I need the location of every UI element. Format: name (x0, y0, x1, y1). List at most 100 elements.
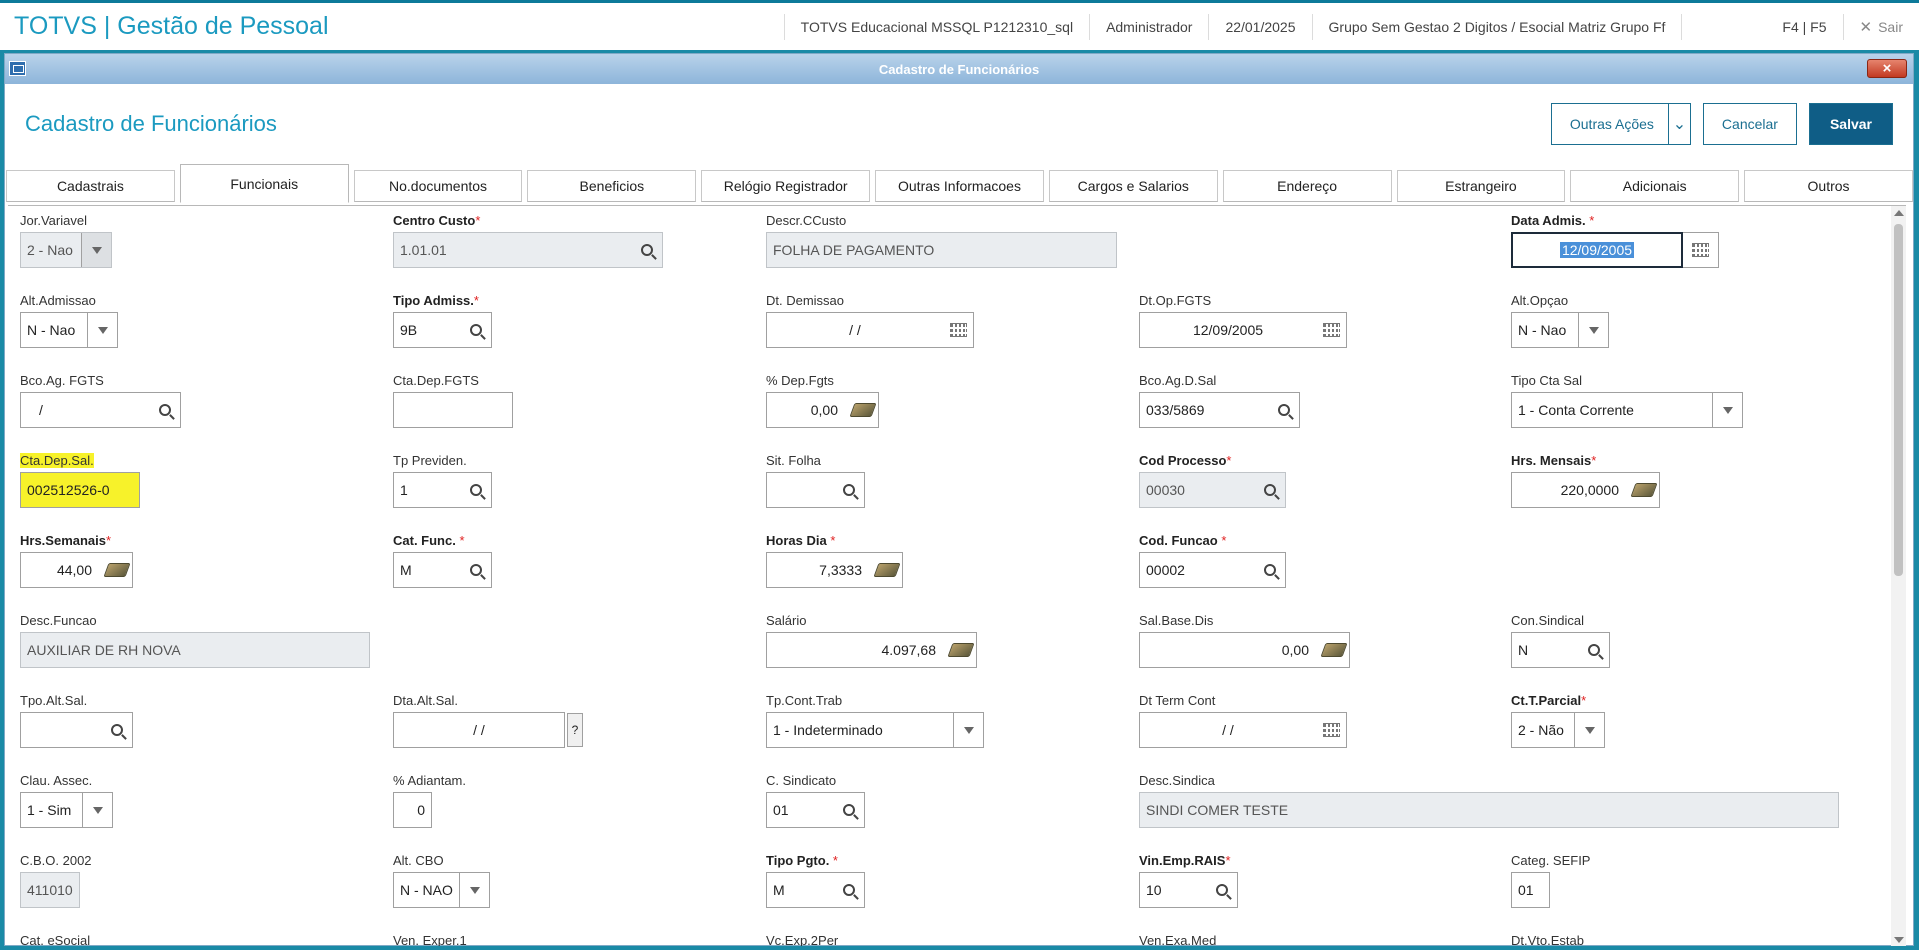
calendar-icon[interactable] (1316, 313, 1346, 347)
search-icon[interactable] (150, 393, 180, 427)
search-icon[interactable] (1255, 553, 1285, 587)
search-icon[interactable] (1269, 393, 1299, 427)
chevron-down-icon (1712, 393, 1742, 427)
search-icon[interactable] (461, 313, 491, 347)
c-sindicato-input[interactable]: 01 (766, 792, 865, 828)
field-tpo-alt-sal: Tpo.Alt.Sal. (20, 693, 133, 748)
other-actions-button[interactable]: Outras Ações ⌄ (1550, 103, 1691, 145)
exit-label: Sair (1878, 18, 1903, 35)
pct-dep-fgts-input[interactable]: 0,00 (766, 392, 879, 428)
environment-label[interactable]: TOTVS Educacional MSSQL P1212310_sql (783, 13, 1089, 40)
tab-beneficios[interactable]: Beneficios (527, 170, 697, 202)
field-dt-op-fgts: Dt.Op.FGTS 12/09/2005 (1139, 293, 1347, 348)
calculator-icon[interactable] (1629, 473, 1659, 507)
shortcuts-label[interactable]: F4 | F5 (1681, 13, 1842, 40)
save-button[interactable]: Salvar (1808, 103, 1893, 145)
search-icon[interactable] (102, 713, 132, 747)
search-icon[interactable] (834, 473, 864, 507)
vin-emp-rais-input[interactable]: 10 (1139, 872, 1238, 908)
dt-term-cont-input[interactable]: / / (1139, 712, 1347, 748)
desc-sindica-input[interactable]: SINDI COMER TESTE (1139, 792, 1839, 828)
search-icon[interactable] (1579, 633, 1609, 667)
desc-funcao-input[interactable]: AUXILIAR DE RH NOVA (20, 632, 370, 668)
tipo-cta-sal-select[interactable]: 1 - Conta Corrente (1511, 392, 1743, 428)
tab-no-documentos[interactable]: No.documentos (353, 170, 523, 202)
clau-assec-select[interactable]: 1 - Sim (20, 792, 113, 828)
tpo-alt-sal-input[interactable] (20, 712, 133, 748)
con-sindical-input[interactable]: N (1511, 632, 1610, 668)
cancel-button[interactable]: Cancelar (1702, 103, 1797, 145)
help-button[interactable]: ? (567, 713, 583, 747)
calculator-icon[interactable] (102, 553, 132, 587)
salario-input[interactable]: 4.097,68 (766, 632, 977, 668)
hrs-semanais-input[interactable]: 44,00 (20, 552, 133, 588)
hrs-mensais-input[interactable]: 220,0000 (1511, 472, 1660, 508)
field-cbo-2002: C.B.O. 2002 411010 (20, 853, 92, 908)
tp-previden-input[interactable]: 1 (393, 472, 492, 508)
bco-ag-d-sal-input[interactable]: 033/5869 (1139, 392, 1300, 428)
calendar-icon[interactable] (1683, 232, 1719, 268)
dt-demissao-input[interactable]: / / (766, 312, 974, 348)
field-dt-demissao: Dt. Demissao / / (766, 293, 974, 348)
calendar-icon[interactable] (943, 313, 973, 347)
date-label[interactable]: 22/01/2025 (1208, 13, 1311, 40)
field-pct-adiantam: % Adiantam. 0 (393, 773, 466, 828)
centro-custo-input[interactable]: 1.01.01 (393, 232, 663, 268)
cod-funcao-input[interactable]: 00002 (1139, 552, 1286, 588)
pct-adiantam-input[interactable]: 0 (393, 792, 432, 828)
field-alt-cbo: Alt. CBO N - NAO (393, 853, 490, 908)
cbo-2002-input[interactable]: 411010 (20, 872, 80, 908)
search-icon[interactable] (834, 873, 864, 907)
company-label[interactable]: Grupo Sem Gestao 2 Digitos / Esocial Mat… (1311, 13, 1682, 40)
descr-ccusto-input[interactable]: FOLHA DE PAGAMENTO (766, 232, 1117, 268)
calculator-icon[interactable] (872, 553, 902, 587)
search-icon[interactable] (1255, 473, 1285, 507)
horas-dia-input[interactable]: 7,3333 (766, 552, 903, 588)
tab-adicionais[interactable]: Adicionais (1570, 170, 1740, 202)
search-icon[interactable] (461, 553, 491, 587)
categ-sefip-input[interactable]: 01 (1511, 872, 1550, 908)
tab-endereco[interactable]: Endereço (1222, 170, 1392, 202)
tab-outras-informacoes[interactable]: Outras Informacoes (875, 170, 1044, 202)
vertical-scrollbar[interactable] (1891, 206, 1906, 946)
cta-dep-fgts-input[interactable] (393, 392, 513, 428)
scroll-up-icon[interactable] (1894, 210, 1904, 216)
tab-cadastrais[interactable]: Cadastrais (6, 170, 175, 202)
scroll-down-icon[interactable] (1894, 937, 1904, 943)
calculator-icon[interactable] (1319, 633, 1349, 667)
ct-t-parcial-select[interactable]: 2 - Não (1511, 712, 1605, 748)
field-cta-dep-sal: Cta.Dep.Sal. 002512526-0 (20, 453, 140, 508)
bco-ag-fgts-input[interactable]: / (20, 392, 181, 428)
tab-outros[interactable]: Outros (1744, 170, 1913, 202)
data-admis-input[interactable]: 12/09/2005 (1511, 232, 1683, 268)
tab-relogio-registrador[interactable]: Relógio Registrador (701, 170, 871, 202)
exit-button[interactable]: ✕ Sair (1842, 13, 1919, 40)
search-icon[interactable] (632, 233, 662, 267)
search-icon[interactable] (1207, 873, 1237, 907)
tp-cont-trab-select[interactable]: 1 - Indeterminado (766, 712, 984, 748)
sal-base-dis-input[interactable]: 0,00 (1139, 632, 1350, 668)
tipo-admiss-input[interactable]: 9B (393, 312, 492, 348)
alt-admissao-select[interactable]: N - Nao (20, 312, 118, 348)
cta-dep-sal-input[interactable]: 002512526-0 (20, 472, 140, 508)
dt-op-fgts-input[interactable]: 12/09/2005 (1139, 312, 1347, 348)
user-label[interactable]: Administrador (1089, 13, 1208, 40)
search-icon[interactable] (461, 473, 491, 507)
dta-alt-sal-input[interactable]: / / (393, 712, 565, 748)
tab-cargos-e-salarios[interactable]: Cargos e Salarios (1048, 170, 1218, 202)
tipo-pgto-input[interactable]: M (766, 872, 865, 908)
cod-processo-input[interactable]: 00030 (1139, 472, 1286, 508)
alt-opcao-select[interactable]: N - Nao (1511, 312, 1609, 348)
alt-cbo-select[interactable]: N - NAO (393, 872, 490, 908)
calculator-icon[interactable] (848, 393, 878, 427)
calculator-icon[interactable] (946, 633, 976, 667)
sit-folha-input[interactable] (766, 472, 865, 508)
calendar-icon[interactable] (1316, 713, 1346, 747)
search-icon[interactable] (834, 793, 864, 827)
jor-variavel-select[interactable]: 2 - Nao (20, 232, 112, 268)
tab-funcionais[interactable]: Funcionais (179, 164, 349, 203)
tab-estrangeiro[interactable]: Estrangeiro (1396, 170, 1566, 202)
cat-func-input[interactable]: M (393, 552, 492, 588)
window-close-button[interactable]: × (1867, 59, 1907, 78)
scroll-thumb[interactable] (1894, 224, 1903, 576)
